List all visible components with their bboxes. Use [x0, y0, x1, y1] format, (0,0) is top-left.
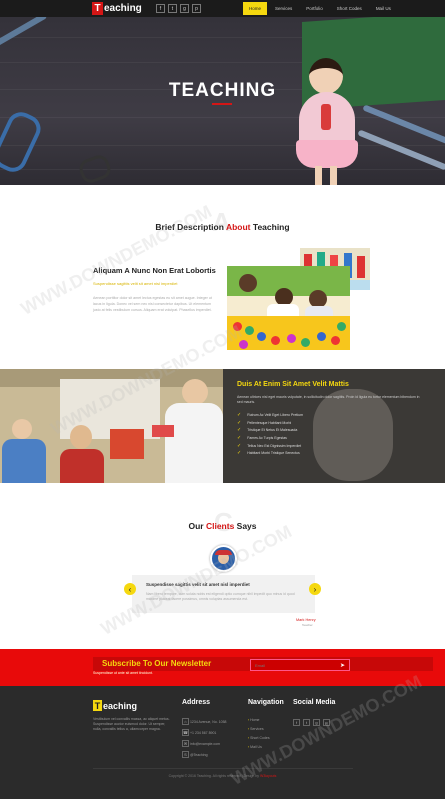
footer-nav-short-codes[interactable]: › Short Codes — [248, 736, 270, 740]
footer-address-heading: Address — [182, 699, 211, 706]
check-icon: ✓ — [237, 450, 242, 457]
testimonial-author: Mark Henry — [296, 618, 316, 622]
nav-services[interactable]: Services — [269, 2, 298, 15]
brief-body: Aenean porttitor dolor sit amet lectus e… — [93, 296, 212, 312]
footer-social-links: f t g p — [293, 719, 330, 726]
newsletter-subtitle: Suspendisse ut ante sit amet tincidunt. — [93, 671, 153, 675]
address-line: ☎ +1 234 567 8901 — [182, 729, 217, 736]
google-plus-icon[interactable]: g — [313, 719, 320, 726]
footer-nav-mail-us[interactable]: › Mail Us — [248, 745, 270, 749]
pencil-image — [0, 17, 48, 48]
logo-letter: T — [92, 2, 103, 15]
feature-text: Aenean ultrices nisl eget mauris vulputa… — [237, 395, 420, 404]
site-logo[interactable]: T eaching — [92, 1, 142, 16]
testimonial-title: Suspendisse sagittis velit sit amet nisl… — [146, 582, 250, 587]
address-line[interactable]: ✉ info@example.com — [182, 740, 227, 747]
designer-link[interactable]: W3layouts — [260, 774, 276, 778]
twitter-icon[interactable]: t — [168, 4, 177, 13]
address-line[interactable]: S @Teaching — [182, 751, 227, 758]
footer-navigation-heading: Navigation — [248, 699, 284, 706]
main-nav: Home Services Portfolio Short Codes Mail… — [243, 2, 397, 15]
brief-highlight: Suspendisse sagittis velit sit amet nisl… — [93, 281, 178, 286]
skype-icon: S — [182, 751, 189, 758]
nav-mail-us[interactable]: Mail Us — [370, 2, 397, 15]
nav-portfolio[interactable]: Portfolio — [300, 2, 329, 15]
clients-heading: Our Clients Says — [188, 521, 257, 531]
binder-clip-image — [76, 152, 114, 185]
logo-text: eaching — [104, 3, 142, 14]
check-icon: ✓ — [237, 427, 242, 434]
next-arrow-icon[interactable]: › — [309, 583, 321, 595]
feature-list: ✓ Rutrum Ac Velit Eget Libero Pretium ✓ Pe… — [237, 412, 304, 457]
location-icon: ⌂ — [182, 718, 189, 725]
list-item: ✓ Habitant Morbi Tristique Senectus — [237, 450, 300, 457]
pinterest-icon[interactable]: p — [323, 719, 330, 726]
brief-heading: Brief Description About Teaching — [155, 222, 290, 232]
footer-nav-home[interactable]: › Home — [248, 718, 270, 722]
hero-title: TEACHING — [168, 80, 277, 101]
check-icon: ✓ — [237, 435, 242, 442]
nav-short-codes[interactable]: Short Codes — [331, 2, 368, 15]
twitter-icon[interactable]: t — [303, 719, 310, 726]
list-item: ✓ Pellentesque Habitant Morbi — [237, 419, 292, 426]
copyright: Copyright © 2016 Teaching. All rights re… — [168, 774, 277, 778]
check-icon: ✓ — [237, 412, 242, 418]
kids-ball-pit-photo — [227, 266, 350, 350]
newsletter-title: Subscribe To Our Newsletter — [102, 659, 212, 668]
nav-home[interactable]: Home — [243, 2, 268, 15]
footer-about: Vestibulum vel convallis massa, ac aliqu… — [93, 717, 170, 731]
check-icon: ✓ — [237, 419, 242, 426]
classroom-photo — [0, 369, 223, 483]
phone-icon: ☎ — [182, 729, 189, 736]
header-social-links: f t g p — [156, 4, 201, 13]
pinterest-icon[interactable]: p — [192, 4, 201, 13]
footer-logo[interactable]: T eaching — [93, 700, 137, 711]
list-item: ✓ Fames Ac Turpis Egestas — [237, 435, 287, 442]
address-line: ⌂ 1234 Avenue, No. 1058 — [182, 718, 227, 725]
facebook-icon[interactable]: f — [293, 719, 300, 726]
testimonial-author-role: Teacher — [302, 623, 313, 627]
brief-subtitle: Aliquam A Nunc Non Erat Lobortis — [93, 266, 216, 275]
list-item: ✓ Rutrum Ac Velit Eget Libero Pretium — [237, 412, 304, 418]
facebook-icon[interactable]: f — [156, 4, 165, 13]
flower-image — [321, 104, 331, 130]
list-item: ✓ Tellus Nec Est Dignissim Imperdiet — [237, 442, 302, 449]
footer-social-heading: Social Media — [293, 699, 336, 706]
footer-nav-services[interactable]: › Services — [248, 727, 270, 731]
footer-divider — [93, 768, 353, 769]
hero-title-underline — [212, 103, 232, 105]
footer-navigation: › Home › Services › Short Codes › Mail U… — [248, 718, 270, 749]
feature-title: Duis At Enim Sit Amet Velit Mattis — [237, 381, 349, 388]
list-item: ✓ Tristique Et Netus Et Malesuada — [237, 427, 298, 434]
google-plus-icon[interactable]: g — [180, 4, 189, 13]
newsletter-submit-icon[interactable]: ➤ — [335, 659, 350, 671]
testimonial-text: Nam libero tempore, cum soluta nobis est… — [146, 592, 295, 601]
footer-logo-letter: T — [93, 700, 102, 711]
check-icon: ✓ — [237, 442, 242, 449]
mail-icon: ✉ — [182, 740, 189, 747]
avatar — [210, 545, 237, 572]
prev-arrow-icon[interactable]: ‹ — [124, 583, 136, 595]
footer-address: ⌂ 1234 Avenue, No. 1058 ☎ +1 234 567 890… — [182, 718, 227, 758]
